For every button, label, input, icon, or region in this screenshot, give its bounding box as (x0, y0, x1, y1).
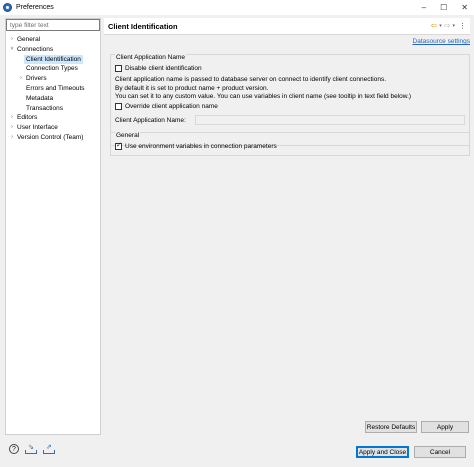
expanded-chevron-icon[interactable]: ˅ (9, 45, 15, 55)
group-title-client-app: Client Application Name (115, 54, 187, 61)
tree-item-connection-types[interactable]: Connection Types (6, 64, 100, 74)
export-icon[interactable]: ⇗ (43, 444, 55, 454)
tree-item-version-control-team[interactable]: › Version Control (Team) (6, 133, 100, 143)
cancel-button[interactable]: Cancel (414, 446, 466, 458)
checkbox-box[interactable] (115, 141, 122, 150)
view-menu-icon[interactable]: ⋮ (459, 22, 466, 30)
datasource-settings-link[interactable]: Datasource settings (413, 38, 470, 45)
collapsed-chevron-icon[interactable]: › (9, 133, 15, 143)
minimize-icon[interactable]: – (422, 3, 426, 12)
tree-item-label: General (17, 36, 41, 43)
client-app-name-field[interactable] (195, 115, 465, 125)
use-env-vars-label: Use environment variables in connection … (125, 143, 277, 150)
tree-item-label: Version Control (Team) (17, 133, 84, 141)
use-env-vars-checkbox[interactable]: Use environment variables in connection … (115, 141, 277, 150)
apply-button[interactable]: Apply (421, 421, 469, 433)
tree-item-label: User Interface (17, 124, 58, 132)
tree-item-transactions[interactable]: Transactions (6, 104, 100, 114)
general-group: General Use environment variables in con… (110, 132, 470, 156)
group-title-general: General (115, 132, 141, 139)
preferences-tree-panel: ›General˅ConnectionsClient Identificatio… (5, 18, 101, 435)
back-arrow-icon[interactable]: ⇦ (431, 21, 438, 30)
description-line-1: Client application name is passed to dat… (115, 76, 386, 83)
collapsed-chevron-icon[interactable]: › (9, 113, 15, 123)
restore-defaults-button[interactable]: Restore Defaults (365, 421, 417, 433)
filter-input[interactable] (6, 19, 100, 31)
collapsed-chevron-icon[interactable]: › (9, 123, 15, 133)
tree-item-general[interactable]: › General (6, 35, 100, 45)
back-dropdown-icon[interactable]: ▾ (439, 23, 442, 29)
checkbox-box[interactable] (115, 65, 122, 72)
help-icon[interactable]: ? (9, 444, 19, 454)
app-icon (3, 3, 12, 12)
description-line-3: You can set it to any custom value. You … (115, 93, 412, 100)
close-icon[interactable]: ✕ (461, 3, 468, 12)
tree-item-metadata[interactable]: Metadata (6, 94, 100, 104)
apply-and-close-button[interactable]: Apply and Close (356, 446, 409, 458)
import-icon[interactable]: ⇘ (25, 444, 37, 454)
tree-item-label: Metadata (26, 94, 54, 102)
window-title: Preferences (16, 4, 54, 11)
tree-item-client-identification[interactable]: Client Identification (6, 54, 100, 65)
checkbox-box[interactable] (115, 103, 122, 110)
override-name-checkbox[interactable]: Override client application name (115, 103, 218, 110)
collapsed-chevron-icon[interactable]: › (9, 35, 15, 45)
preferences-tree: › General ˅ Connections Client Identificatio… (6, 35, 100, 143)
override-name-label: Override client application name (125, 103, 218, 110)
tree-item-editors[interactable]: › Editors (6, 113, 100, 123)
bottom-toolbar: ? ⇘ ⇗ (9, 444, 55, 454)
maximize-icon[interactable]: ☐ (440, 3, 447, 12)
tree-item-connections[interactable]: ˅ Connections (6, 45, 100, 55)
description-line-2: By default it is set to product name + p… (115, 84, 269, 92)
preference-page: Client Identification ⇦ ▾ ⇨ ▾ ⋮ Datasour… (104, 18, 470, 435)
title-bar: Preferences – ☐ ✕ (0, 0, 474, 15)
client-app-name-label: Client Application Name: (115, 117, 186, 124)
tree-item-label: Connection Types (26, 65, 78, 73)
tree-item-label: Editors (17, 114, 38, 122)
page-navigation: ⇦ ▾ ⇨ ▾ ⋮ (431, 21, 466, 30)
window-controls: – ☐ ✕ (422, 0, 468, 15)
forward-arrow-icon[interactable]: ⇨ (444, 21, 451, 30)
tree-item-user-interface[interactable]: › User Interface (6, 123, 100, 133)
disable-client-id-label: Disable client identification (125, 65, 202, 72)
tree-item-errors-and-timeouts[interactable]: Errors and Timeouts (6, 84, 100, 94)
page-header: Client Identification ⇦ ▾ ⇨ ▾ ⋮ (104, 18, 470, 35)
collapsed-chevron-icon[interactable]: › (18, 74, 24, 84)
tree-item-drivers[interactable]: › Drivers (6, 74, 100, 84)
tree-item-label: Errors and Timeouts (26, 84, 85, 92)
tree-item-label: Client Identification (24, 54, 83, 65)
tree-item-label: Drivers (26, 75, 47, 83)
tree-item-label: Connections (17, 45, 54, 53)
disable-client-id-checkbox[interactable]: Disable client identification (115, 65, 202, 72)
tree-item-label: Transactions (26, 104, 63, 112)
page-title: Client Identification (108, 22, 178, 31)
forward-dropdown-icon[interactable]: ▾ (452, 23, 455, 29)
